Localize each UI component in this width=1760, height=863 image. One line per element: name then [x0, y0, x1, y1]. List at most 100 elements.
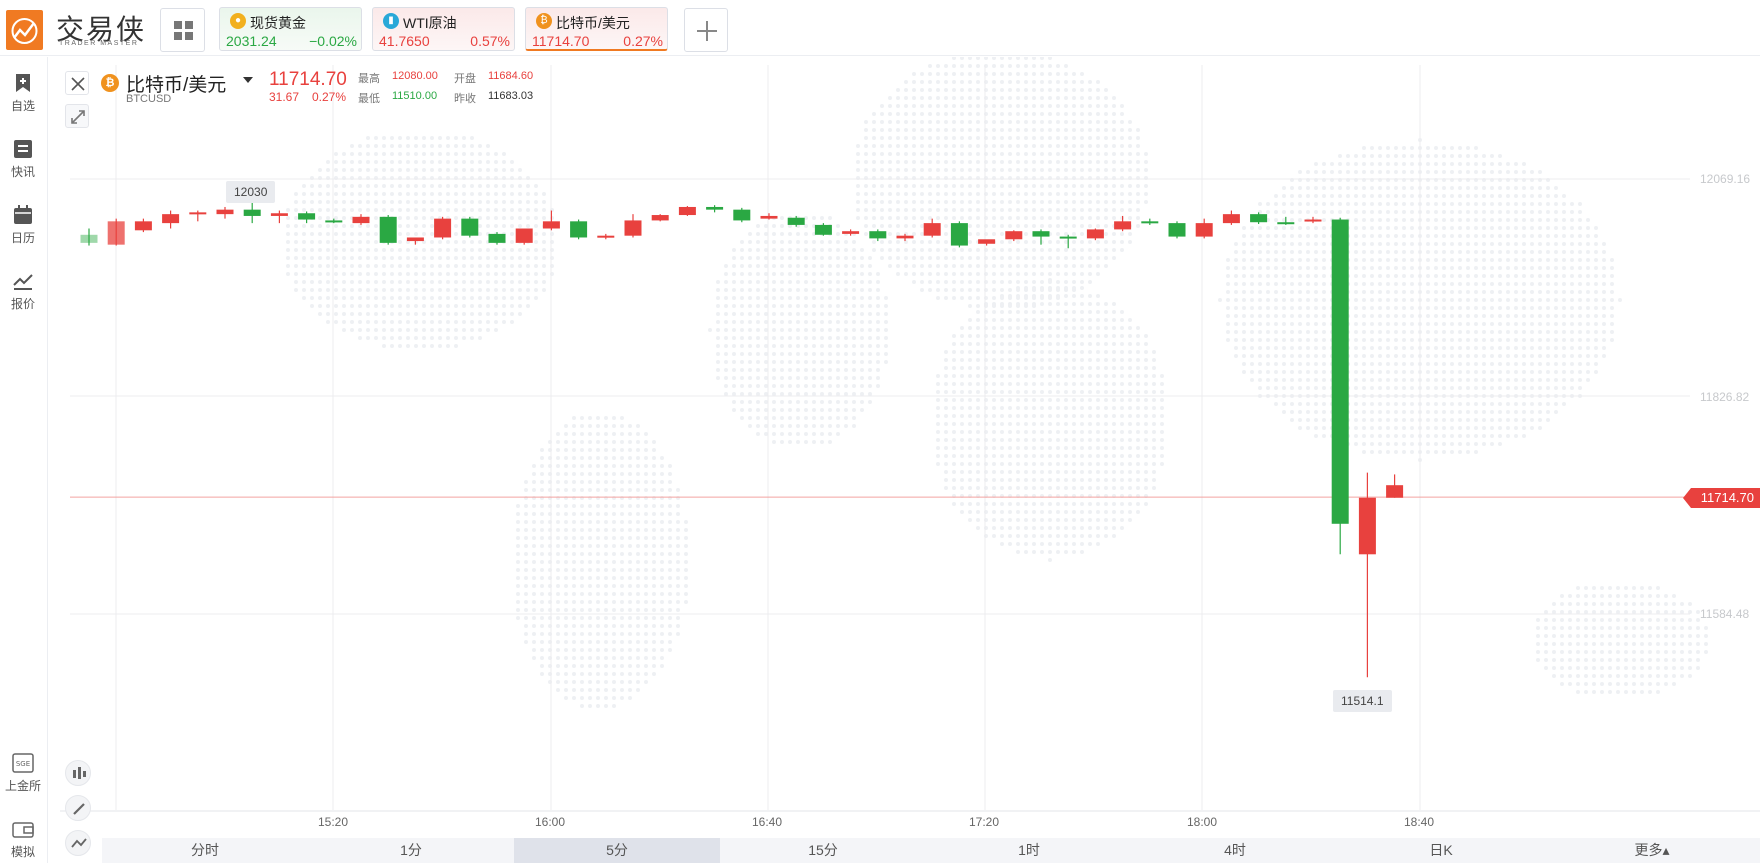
ticker-gold[interactable]: ● 现货黄金 2031.24 −0.02%	[219, 7, 362, 51]
map-dot	[1290, 354, 1294, 358]
map-dot	[564, 456, 568, 460]
map-dot	[1578, 386, 1582, 390]
map-dot	[542, 280, 546, 284]
map-dot	[976, 470, 980, 474]
map-dot	[1072, 184, 1076, 188]
map-dot	[374, 264, 378, 268]
map-dot	[1402, 306, 1406, 310]
map-dot	[928, 200, 932, 204]
map-dot	[374, 208, 378, 212]
map-dot	[326, 304, 330, 308]
ticker-bitcoin[interactable]: ₿ 比特币/美元 11714.70 0.27%	[525, 7, 668, 51]
map-dot	[1096, 272, 1100, 276]
map-dot	[1466, 322, 1470, 326]
map-dot	[1040, 200, 1044, 204]
map-dot	[1282, 298, 1286, 302]
map-dot	[1136, 216, 1140, 220]
map-dot	[358, 152, 362, 156]
map-dot	[992, 136, 996, 140]
map-dot	[1394, 386, 1398, 390]
map-dot	[1096, 136, 1100, 140]
map-dot	[1578, 370, 1582, 374]
map-dot	[1466, 402, 1470, 406]
map-dot	[1016, 286, 1020, 290]
map-dot	[1000, 422, 1004, 426]
map-dot	[1458, 378, 1462, 382]
map-dot	[1546, 210, 1550, 214]
map-dot	[604, 616, 608, 620]
map-dot	[1128, 462, 1132, 466]
map-dot	[904, 136, 908, 140]
map-dot	[1632, 618, 1636, 622]
map-dot	[1000, 374, 1004, 378]
map-dot	[382, 336, 386, 340]
map-dot	[1000, 342, 1004, 346]
map-dot	[564, 504, 568, 508]
map-dot	[1072, 478, 1076, 482]
map-dot	[944, 470, 948, 474]
map-dot	[1562, 330, 1566, 334]
map-dot	[516, 528, 520, 532]
ticker-wti-oil[interactable]: ▮ WTI原油 41.7650 0.57%	[372, 7, 515, 51]
map-dot	[1000, 334, 1004, 338]
map-dot	[470, 304, 474, 308]
map-dot	[936, 216, 940, 220]
map-dot	[1482, 194, 1486, 198]
map-dot	[936, 272, 940, 276]
map-dot	[960, 200, 964, 204]
map-dot	[1104, 534, 1108, 538]
candlestick-chart[interactable]	[0, 57, 1760, 838]
map-dot	[1096, 390, 1100, 394]
map-dot	[1434, 314, 1438, 318]
layout-grid-button[interactable]	[160, 8, 205, 52]
map-dot	[1298, 258, 1302, 262]
map-dot	[968, 57, 972, 60]
map-dot	[1586, 234, 1590, 238]
map-dot	[1498, 378, 1502, 382]
map-dot	[556, 560, 560, 564]
map-dot	[564, 464, 568, 468]
map-dot	[382, 160, 386, 164]
map-dot	[1048, 200, 1052, 204]
map-dot	[1602, 330, 1606, 334]
map-dot	[1386, 146, 1390, 150]
map-dot	[1096, 366, 1100, 370]
map-dot	[518, 264, 522, 268]
add-ticker-button[interactable]	[684, 8, 728, 52]
map-dot	[1506, 242, 1510, 246]
map-dot	[1088, 160, 1092, 164]
map-dot	[342, 248, 346, 252]
map-dot	[1578, 298, 1582, 302]
map-dot	[1544, 642, 1548, 646]
map-dot	[1394, 290, 1398, 294]
map-dot	[516, 600, 520, 604]
map-dot	[612, 432, 616, 436]
map-dot	[326, 192, 330, 196]
map-dot	[1442, 386, 1446, 390]
map-dot	[1394, 162, 1398, 166]
map-dot	[1330, 162, 1334, 166]
map-dot	[1016, 430, 1020, 434]
map-dot	[286, 232, 290, 236]
map-dot	[1064, 302, 1068, 306]
map-dot	[960, 398, 964, 402]
map-dot	[960, 80, 964, 84]
map-dot	[572, 536, 576, 540]
map-dot	[1072, 454, 1076, 458]
map-dot	[1378, 226, 1382, 230]
map-dot	[636, 616, 640, 620]
map-dot	[960, 112, 964, 116]
map-dot	[1024, 310, 1028, 314]
map-dot	[1024, 462, 1028, 466]
map-dot	[1362, 450, 1366, 454]
map-dot	[1298, 194, 1302, 198]
map-dot	[1008, 216, 1012, 220]
map-dot	[604, 480, 608, 484]
map-dot	[936, 168, 940, 172]
map-dot	[1242, 306, 1246, 310]
map-dot	[1474, 346, 1478, 350]
map-dot	[604, 544, 608, 548]
map-dot	[580, 464, 584, 468]
map-dot	[1458, 242, 1462, 246]
map-dot	[864, 192, 868, 196]
